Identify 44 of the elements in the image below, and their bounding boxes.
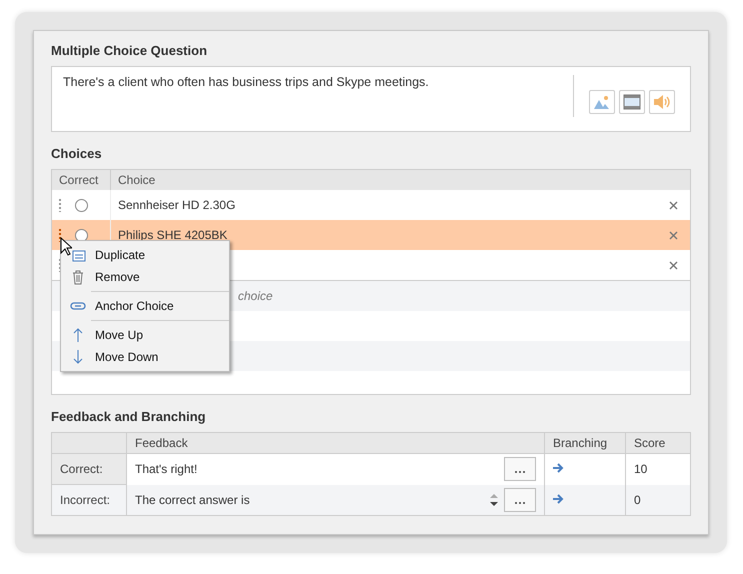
remove-icon[interactable] <box>668 261 678 270</box>
more-button[interactable] <box>504 488 536 512</box>
image-button[interactable] <box>589 90 615 114</box>
image-icon <box>594 95 610 109</box>
more-button[interactable] <box>504 457 536 482</box>
arrow-icon[interactable] <box>553 463 564 474</box>
drag-handle[interactable] <box>59 199 61 212</box>
audio-button[interactable] <box>649 90 675 114</box>
choice-text[interactable]: Sennheiser HD 2.30G <box>118 198 236 212</box>
score-value: 0 <box>634 492 641 507</box>
cursor-icon <box>60 237 72 256</box>
ellipsis-icon <box>515 502 525 504</box>
row-label: Incorrect: <box>60 493 110 507</box>
question-field[interactable]: There's a client who often has business trips and Skype meetings. <box>51 66 691 132</box>
menu-item[interactable]: Move Down <box>61 346 229 368</box>
film-icon <box>623 94 641 110</box>
row-label: Correct: <box>60 462 103 476</box>
up-arrow-icon <box>73 328 83 342</box>
menu-item[interactable]: Move Up <box>61 324 229 346</box>
down-arrow-icon <box>73 350 83 364</box>
ellipsis-icon <box>515 471 525 474</box>
choice-text[interactable]: Philips SHE 4205BK <box>118 228 228 242</box>
link-icon <box>70 302 86 310</box>
column-header: Score <box>634 436 666 450</box>
column-header: Choice <box>110 170 656 190</box>
remove-icon[interactable] <box>668 231 678 240</box>
column-header: Feedback <box>135 436 188 450</box>
menu-item[interactable]: Remove <box>61 266 229 288</box>
column-header: Branching <box>553 436 608 450</box>
menu-item[interactable]: Anchor Choice <box>61 295 229 317</box>
section-title: Feedback and Branching <box>51 409 207 424</box>
section-title: Multiple Choice Question <box>51 43 208 58</box>
column-header: Correct <box>52 170 110 190</box>
arrow-icon[interactable] <box>553 494 564 504</box>
new-choice-placeholder[interactable]: choice <box>238 289 273 303</box>
radio-button[interactable] <box>75 199 88 212</box>
video-button[interactable] <box>619 90 645 114</box>
duplicate-icon <box>70 248 86 262</box>
score-value: 10 <box>634 462 648 476</box>
spinner-icon[interactable] <box>490 492 498 508</box>
section-title: Choices <box>51 146 103 161</box>
remove-icon[interactable] <box>668 201 678 210</box>
speaker-icon <box>653 94 671 110</box>
trash-icon <box>72 270 84 284</box>
